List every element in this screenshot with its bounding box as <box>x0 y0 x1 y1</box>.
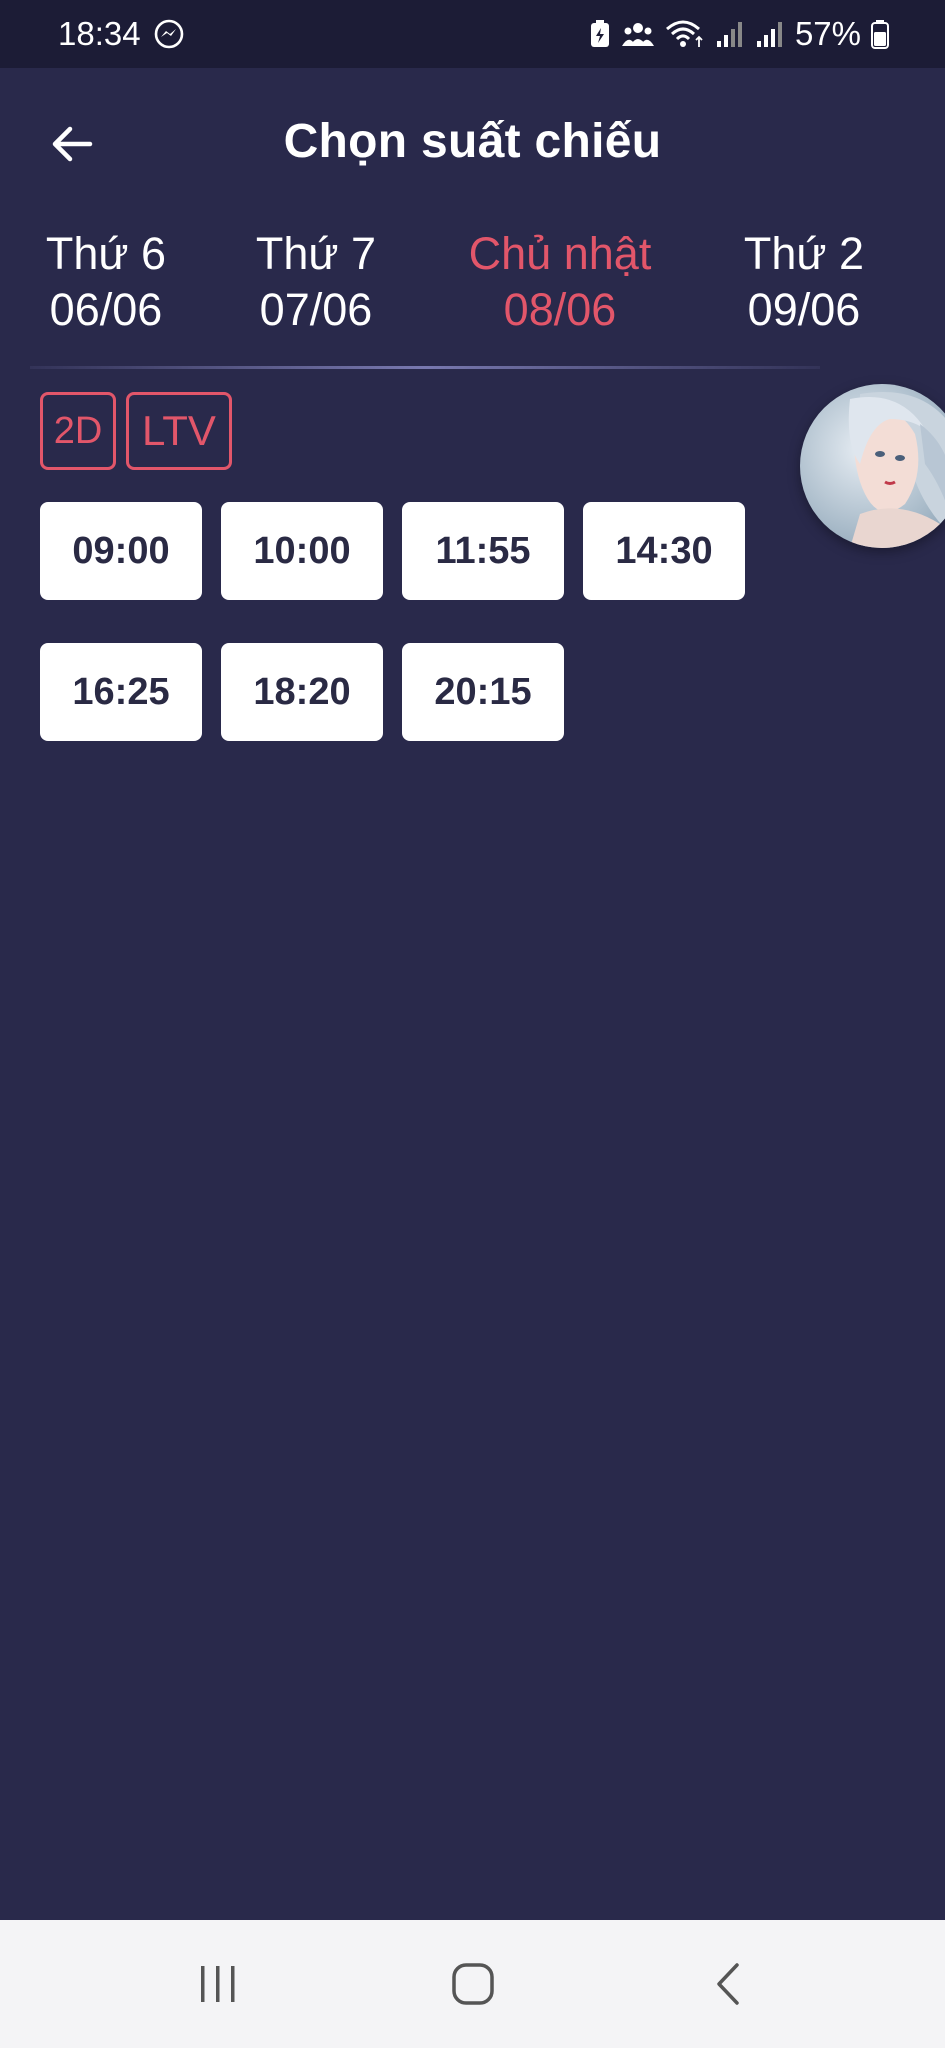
format-badge-ltv: LTV <box>126 392 232 470</box>
date-tab-day: Thứ 7 <box>255 228 377 279</box>
system-back-button[interactable] <box>668 1939 788 2029</box>
date-tab-date: 06/06 <box>49 284 163 335</box>
date-tab-sunday[interactable]: Chủ nhật 08/06 <box>469 226 652 338</box>
date-tab-date: 07/06 <box>259 284 373 335</box>
recent-apps-button[interactable] <box>158 1939 278 2029</box>
floating-avatar[interactable] <box>800 384 945 548</box>
signal-icon <box>755 19 785 49</box>
showtime-button[interactable]: 14:30 <box>583 502 745 600</box>
messenger-icon <box>153 18 185 50</box>
showtime-button[interactable]: 09:00 <box>40 502 202 600</box>
date-tabs: Thứ 6 06/06 Thứ 7 07/06 Chủ nhật 08/06 T… <box>0 226 945 356</box>
showtime-button[interactable]: 11:55 <box>402 502 564 600</box>
back-icon <box>716 1963 739 2005</box>
back-button[interactable] <box>44 116 100 172</box>
status-right: 57% <box>589 15 889 53</box>
date-tab-saturday[interactable]: Thứ 7 07/06 <box>256 226 376 338</box>
home-button[interactable] <box>413 1939 533 2029</box>
format-badge-2d: 2D <box>40 392 116 470</box>
group-icon <box>621 20 655 48</box>
date-tab-friday[interactable]: Thứ 6 06/06 <box>46 226 166 338</box>
showtime-button[interactable]: 10:00 <box>221 502 383 600</box>
status-time: 18:34 <box>58 15 141 52</box>
battery-icon <box>871 19 889 49</box>
home-icon <box>451 1963 494 2005</box>
date-tab-monday[interactable]: Thứ 2 09/06 <box>744 226 864 338</box>
header: Chọn suất chiếu <box>0 86 945 196</box>
date-tab-day: Thứ 6 <box>45 228 167 279</box>
arrow-left-icon <box>52 126 93 162</box>
date-tab-date: 09/06 <box>747 284 861 335</box>
date-tab-date: 08/06 <box>503 284 617 335</box>
date-tab-day: Thứ 2 <box>743 228 865 279</box>
avatar-image <box>800 384 945 548</box>
screen: 18:34 57% Chọn suất chiếu Thứ 6 06/06 Th… <box>0 0 945 2048</box>
wifi-icon <box>665 19 705 49</box>
page-title: Chọn suất chiếu <box>283 114 662 168</box>
date-tab-day: Chủ nhật <box>468 228 652 279</box>
format-badges: 2D LTV <box>40 392 232 470</box>
showtime-button[interactable]: 18:20 <box>221 643 383 741</box>
status-left: 18:34 <box>58 15 185 53</box>
system-nav-bar <box>0 1920 945 2048</box>
signal-icon <box>715 19 745 49</box>
battery-saver-icon <box>589 19 611 49</box>
date-tabs-divider <box>30 366 820 369</box>
showtime-button[interactable]: 16:25 <box>40 643 202 741</box>
battery-percent: 57% <box>794 15 861 52</box>
showtime-button[interactable]: 20:15 <box>402 643 564 741</box>
recent-apps-icon <box>200 1966 234 2002</box>
status-bar: 18:34 57% <box>0 0 945 68</box>
